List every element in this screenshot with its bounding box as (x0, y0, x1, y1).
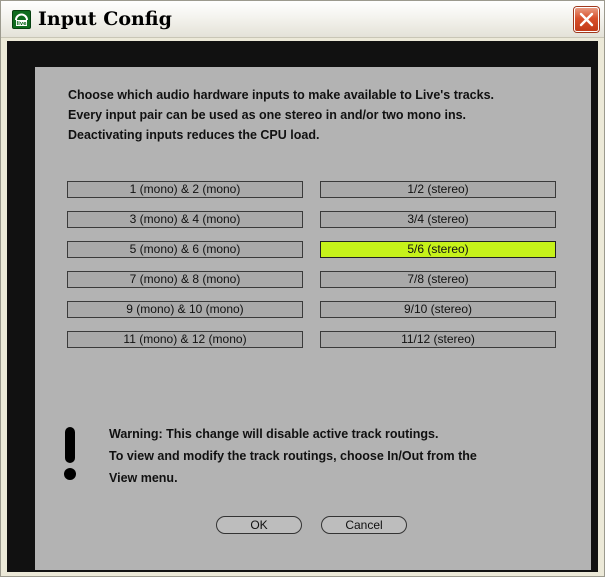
stereo-input-button-11-12[interactable]: 11/12 (stereo) (320, 331, 556, 348)
app-icon-text: live (16, 21, 27, 27)
intro-line: Every input pair can be used as one ster… (68, 108, 466, 122)
title-bar[interactable]: live Input Config (1, 1, 604, 38)
input-config-window: live Input Config Choose which audio har… (0, 0, 605, 577)
mono-input-button-11-12[interactable]: 11 (mono) & 12 (mono) (67, 331, 303, 348)
stereo-input-button-3-4[interactable]: 3/4 (stereo) (320, 211, 556, 228)
window-title: Input Config (38, 8, 172, 30)
warning-line: To view and modify the track routings, c… (109, 449, 477, 463)
live-app-icon: live (12, 10, 31, 29)
warning-line: Warning: This change will disable active… (109, 427, 439, 441)
stereo-input-button-9-10[interactable]: 9/10 (stereo) (320, 301, 556, 318)
cancel-button[interactable]: Cancel (321, 516, 407, 534)
intro-line: Deactivating inputs reduces the CPU load… (68, 128, 320, 142)
intro-text: Choose which audio hardware inputs to ma… (68, 85, 578, 145)
dialog-panel: Choose which audio hardware inputs to ma… (35, 67, 591, 570)
stereo-input-button-7-8[interactable]: 7/8 (stereo) (320, 271, 556, 288)
mono-input-button-1-2[interactable]: 1 (mono) & 2 (mono) (67, 181, 303, 198)
warning-line: View menu. (109, 471, 178, 485)
dialog-frame: Choose which audio hardware inputs to ma… (7, 41, 598, 572)
intro-line: Choose which audio hardware inputs to ma… (68, 88, 495, 102)
mono-input-button-9-10[interactable]: 9 (mono) & 10 (mono) (67, 301, 303, 318)
warning-text: Warning: This change will disable active… (109, 423, 569, 489)
stereo-input-button-1-2[interactable]: 1/2 (stereo) (320, 181, 556, 198)
warning-icon (63, 427, 77, 481)
close-button[interactable] (574, 7, 599, 32)
close-icon (579, 12, 594, 27)
ok-button[interactable]: OK (216, 516, 302, 534)
mono-input-button-5-6[interactable]: 5 (mono) & 6 (mono) (67, 241, 303, 258)
mono-input-button-3-4[interactable]: 3 (mono) & 4 (mono) (67, 211, 303, 228)
mono-input-button-7-8[interactable]: 7 (mono) & 8 (mono) (67, 271, 303, 288)
stereo-input-button-5-6[interactable]: 5/6 (stereo) (320, 241, 556, 258)
